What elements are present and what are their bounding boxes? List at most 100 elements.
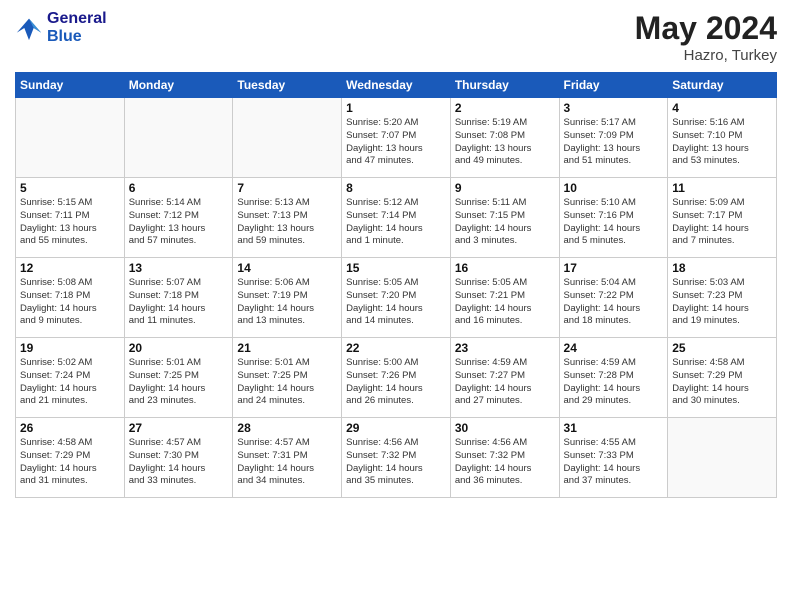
day-info: Sunrise: 4:58 AM Sunset: 7:29 PM Dayligh… [20, 437, 120, 488]
day-number: 2 [455, 101, 555, 115]
calendar-cell: 12 Sunrise: 5:08 AM Sunset: 7:18 PM Dayli… [16, 258, 125, 338]
day-info: Sunrise: 4:55 AM Sunset: 7:33 PM Dayligh… [564, 437, 664, 488]
day-number: 6 [129, 181, 229, 195]
weekday-header: Thursday [450, 73, 559, 98]
calendar-cell: 6 Sunrise: 5:14 AM Sunset: 7:12 PM Daylig… [124, 178, 233, 258]
logo: General Blue [15, 10, 107, 45]
day-info: Sunrise: 5:09 AM Sunset: 7:17 PM Dayligh… [672, 197, 772, 248]
day-number: 15 [346, 261, 446, 275]
calendar-cell: 4Sunrise: 5:16 AM Sunset: 7:10 PM Daylig… [668, 98, 777, 178]
day-number: 26 [20, 421, 120, 435]
calendar-cell: 8Sunrise: 5:12 AM Sunset: 7:14 PM Daylig… [342, 178, 451, 258]
day-info: Sunrise: 4:59 AM Sunset: 7:27 PM Dayligh… [455, 357, 555, 408]
weekday-header: Tuesday [233, 73, 342, 98]
calendar-cell: 10 Sunrise: 5:10 AM Sunset: 7:16 PM Dayli… [559, 178, 668, 258]
logo-text: General Blue [47, 10, 107, 45]
month-year: May 2024 [635, 10, 777, 47]
day-number: 25 [672, 341, 772, 355]
calendar-cell: 30 Sunrise: 4:56 AM Sunset: 7:32 PM Dayli… [450, 418, 559, 498]
day-info: Sunrise: 5:03 AM Sunset: 7:23 PM Dayligh… [672, 277, 772, 328]
calendar-cell: 28Sunrise: 4:57 AM Sunset: 7:31 PM Dayli… [233, 418, 342, 498]
day-number: 21 [237, 341, 337, 355]
calendar-cell: 2 Sunrise: 5:19 AM Sunset: 7:08 PM Daylig… [450, 98, 559, 178]
day-number: 23 [455, 341, 555, 355]
day-number: 22 [346, 341, 446, 355]
day-number: 19 [20, 341, 120, 355]
weekday-header: Saturday [668, 73, 777, 98]
location: Hazro, Turkey [635, 47, 777, 64]
weekday-header: Wednesday [342, 73, 451, 98]
day-number: 17 [564, 261, 664, 275]
day-info: Sunrise: 5:19 AM Sunset: 7:08 PM Dayligh… [455, 117, 555, 168]
calendar-cell: 1 Sunrise: 5:20 AM Sunset: 7:07 PM Daylig… [342, 98, 451, 178]
calendar-cell: 16Sunrise: 5:05 AM Sunset: 7:21 PM Dayli… [450, 258, 559, 338]
day-info: Sunrise: 5:02 AM Sunset: 7:24 PM Dayligh… [20, 357, 120, 408]
calendar-cell: 14 Sunrise: 5:06 AM Sunset: 7:19 PM Dayli… [233, 258, 342, 338]
day-info: Sunrise: 5:13 AM Sunset: 7:13 PM Dayligh… [237, 197, 337, 248]
day-info: Sunrise: 5:11 AM Sunset: 7:15 PM Dayligh… [455, 197, 555, 248]
day-number: 13 [129, 261, 229, 275]
calendar-cell: 21 Sunrise: 5:01 AM Sunset: 7:25 PM Dayli… [233, 338, 342, 418]
day-info: Sunrise: 5:05 AM Sunset: 7:20 PM Dayligh… [346, 277, 446, 328]
title-block: May 2024 Hazro, Turkey [635, 10, 777, 64]
day-info: Sunrise: 4:58 AM Sunset: 7:29 PM Dayligh… [672, 357, 772, 408]
day-number: 7 [237, 181, 337, 195]
page: General Blue May 2024 Hazro, Turkey Sund… [0, 0, 792, 612]
calendar-cell: 7 Sunrise: 5:13 AM Sunset: 7:13 PM Daylig… [233, 178, 342, 258]
calendar-cell: 29Sunrise: 4:56 AM Sunset: 7:32 PM Dayli… [342, 418, 451, 498]
day-info: Sunrise: 5:16 AM Sunset: 7:10 PM Dayligh… [672, 117, 772, 168]
day-info: Sunrise: 5:04 AM Sunset: 7:22 PM Dayligh… [564, 277, 664, 328]
day-number: 16 [455, 261, 555, 275]
day-number: 9 [455, 181, 555, 195]
weekday-header: Monday [124, 73, 233, 98]
calendar-cell: 23 Sunrise: 4:59 AM Sunset: 7:27 PM Dayli… [450, 338, 559, 418]
calendar-week-row: 26 Sunrise: 4:58 AM Sunset: 7:29 PM Dayli… [16, 418, 777, 498]
day-info: Sunrise: 5:06 AM Sunset: 7:19 PM Dayligh… [237, 277, 337, 328]
calendar-cell: 25 Sunrise: 4:58 AM Sunset: 7:29 PM Dayli… [668, 338, 777, 418]
calendar-cell: 24 Sunrise: 4:59 AM Sunset: 7:28 PM Dayli… [559, 338, 668, 418]
calendar-week-row: 12 Sunrise: 5:08 AM Sunset: 7:18 PM Dayli… [16, 258, 777, 338]
day-info: Sunrise: 4:59 AM Sunset: 7:28 PM Dayligh… [564, 357, 664, 408]
day-info: Sunrise: 5:17 AM Sunset: 7:09 PM Dayligh… [564, 117, 664, 168]
calendar-cell [233, 98, 342, 178]
calendar-cell: 20Sunrise: 5:01 AM Sunset: 7:25 PM Dayli… [124, 338, 233, 418]
weekday-header-row: SundayMondayTuesdayWednesdayThursdayFrid… [16, 73, 777, 98]
calendar-cell: 3Sunrise: 5:17 AM Sunset: 7:09 PM Daylig… [559, 98, 668, 178]
calendar-table: SundayMondayTuesdayWednesdayThursdayFrid… [15, 72, 777, 498]
day-number: 12 [20, 261, 120, 275]
weekday-header: Sunday [16, 73, 125, 98]
day-number: 20 [129, 341, 229, 355]
calendar-cell: 17 Sunrise: 5:04 AM Sunset: 7:22 PM Dayli… [559, 258, 668, 338]
day-number: 29 [346, 421, 446, 435]
day-number: 11 [672, 181, 772, 195]
day-info: Sunrise: 4:57 AM Sunset: 7:30 PM Dayligh… [129, 437, 229, 488]
day-info: Sunrise: 5:14 AM Sunset: 7:12 PM Dayligh… [129, 197, 229, 248]
calendar-cell: 15 Sunrise: 5:05 AM Sunset: 7:20 PM Dayli… [342, 258, 451, 338]
calendar-cell [16, 98, 125, 178]
day-info: Sunrise: 4:56 AM Sunset: 7:32 PM Dayligh… [455, 437, 555, 488]
day-info: Sunrise: 5:01 AM Sunset: 7:25 PM Dayligh… [237, 357, 337, 408]
day-info: Sunrise: 5:20 AM Sunset: 7:07 PM Dayligh… [346, 117, 446, 168]
calendar-cell: 5Sunrise: 5:15 AM Sunset: 7:11 PM Daylig… [16, 178, 125, 258]
day-number: 8 [346, 181, 446, 195]
day-number: 30 [455, 421, 555, 435]
calendar-cell [668, 418, 777, 498]
calendar-cell: 13 Sunrise: 5:07 AM Sunset: 7:18 PM Dayli… [124, 258, 233, 338]
day-number: 14 [237, 261, 337, 275]
day-info: Sunrise: 5:10 AM Sunset: 7:16 PM Dayligh… [564, 197, 664, 248]
calendar-cell: 22 Sunrise: 5:00 AM Sunset: 7:26 PM Dayli… [342, 338, 451, 418]
day-info: Sunrise: 5:07 AM Sunset: 7:18 PM Dayligh… [129, 277, 229, 328]
day-info: Sunrise: 5:00 AM Sunset: 7:26 PM Dayligh… [346, 357, 446, 408]
calendar-cell: 31Sunrise: 4:55 AM Sunset: 7:33 PM Dayli… [559, 418, 668, 498]
calendar-week-row: 19 Sunrise: 5:02 AM Sunset: 7:24 PM Dayli… [16, 338, 777, 418]
calendar-cell: 19 Sunrise: 5:02 AM Sunset: 7:24 PM Dayli… [16, 338, 125, 418]
calendar-week-row: 5Sunrise: 5:15 AM Sunset: 7:11 PM Daylig… [16, 178, 777, 258]
calendar-cell: 26 Sunrise: 4:58 AM Sunset: 7:29 PM Dayli… [16, 418, 125, 498]
header: General Blue May 2024 Hazro, Turkey [15, 10, 777, 64]
day-info: Sunrise: 4:57 AM Sunset: 7:31 PM Dayligh… [237, 437, 337, 488]
day-number: 10 [564, 181, 664, 195]
day-info: Sunrise: 5:15 AM Sunset: 7:11 PM Dayligh… [20, 197, 120, 248]
day-number: 24 [564, 341, 664, 355]
day-info: Sunrise: 5:08 AM Sunset: 7:18 PM Dayligh… [20, 277, 120, 328]
day-number: 1 [346, 101, 446, 115]
